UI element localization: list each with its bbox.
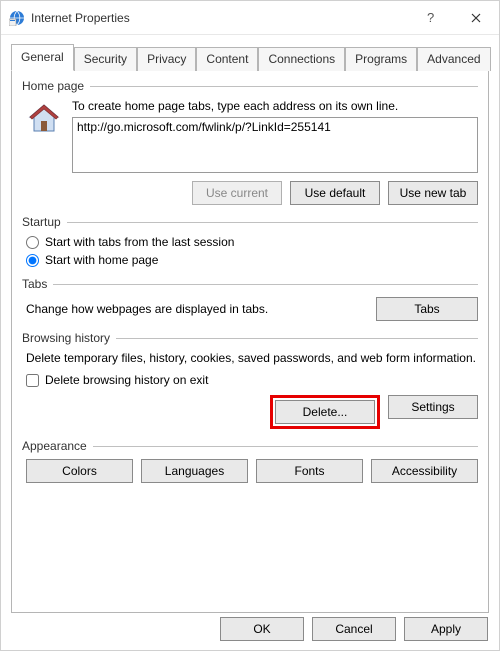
home-page-hint: To create home page tabs, type each addr… (72, 99, 478, 113)
tab-privacy[interactable]: Privacy (137, 47, 196, 71)
group-appearance: Appearance Colors Languages Fonts Access… (22, 439, 478, 483)
delete-on-exit-option[interactable]: Delete browsing history on exit (26, 373, 478, 387)
startup-tabs-radio[interactable] (26, 236, 39, 249)
delete-on-exit-label: Delete browsing history on exit (45, 373, 208, 387)
tabs-description: Change how webpages are displayed in tab… (26, 302, 368, 316)
group-home-page-label: Home page (22, 79, 90, 93)
divider (116, 338, 478, 339)
tabs-button[interactable]: Tabs (376, 297, 478, 321)
tab-general[interactable]: General (11, 44, 74, 71)
tab-security[interactable]: Security (74, 47, 137, 71)
group-startup: Startup Start with tabs from the last se… (22, 215, 478, 267)
tab-connections[interactable]: Connections (258, 47, 345, 71)
group-startup-label: Startup (22, 215, 67, 229)
startup-home-option[interactable]: Start with home page (26, 253, 478, 267)
startup-home-radio[interactable] (26, 254, 39, 267)
group-home-page: Home page To create home page tabs, type… (22, 79, 478, 205)
help-button[interactable]: ? (407, 1, 453, 35)
apply-button[interactable]: Apply (404, 617, 488, 641)
app-icon (9, 10, 25, 26)
startup-tabs-option[interactable]: Start with tabs from the last session (26, 235, 478, 249)
group-browsing-history-label: Browsing history (22, 331, 116, 345)
delete-button[interactable]: Delete... (275, 400, 375, 424)
delete-button-highlight: Delete... (270, 395, 380, 429)
group-appearance-label: Appearance (22, 439, 93, 453)
startup-tabs-label: Start with tabs from the last session (45, 235, 234, 249)
use-new-tab-button[interactable]: Use new tab (388, 181, 478, 205)
fonts-button[interactable]: Fonts (256, 459, 363, 483)
tab-strip: General Security Privacy Content Connect… (11, 45, 489, 71)
group-tabs-label: Tabs (22, 277, 53, 291)
languages-button[interactable]: Languages (141, 459, 248, 483)
dialog-button-row: OK Cancel Apply (220, 617, 488, 641)
delete-on-exit-checkbox[interactable] (26, 374, 39, 387)
use-current-button: Use current (192, 181, 282, 205)
divider (67, 222, 478, 223)
divider (90, 86, 478, 87)
close-button[interactable] (453, 1, 499, 35)
home-icon (26, 101, 62, 137)
tab-page-general: Home page To create home page tabs, type… (11, 71, 489, 613)
colors-button[interactable]: Colors (26, 459, 133, 483)
ok-button[interactable]: OK (220, 617, 304, 641)
titlebar: Internet Properties ? (1, 1, 499, 35)
divider (93, 446, 478, 447)
svg-text:?: ? (427, 11, 434, 25)
use-default-button[interactable]: Use default (290, 181, 380, 205)
divider (53, 284, 478, 285)
group-tabs: Tabs Change how webpages are displayed i… (22, 277, 478, 321)
accessibility-button[interactable]: Accessibility (371, 459, 478, 483)
tab-programs[interactable]: Programs (345, 47, 417, 71)
tab-content[interactable]: Content (196, 47, 258, 71)
group-browsing-history: Browsing history Delete temporary files,… (22, 331, 478, 429)
startup-home-label: Start with home page (45, 253, 158, 267)
tab-advanced[interactable]: Advanced (417, 47, 490, 71)
settings-button[interactable]: Settings (388, 395, 478, 419)
browsing-history-description: Delete temporary files, history, cookies… (26, 351, 478, 365)
window-title: Internet Properties (31, 11, 407, 25)
home-page-input[interactable] (72, 117, 478, 173)
cancel-button[interactable]: Cancel (312, 617, 396, 641)
